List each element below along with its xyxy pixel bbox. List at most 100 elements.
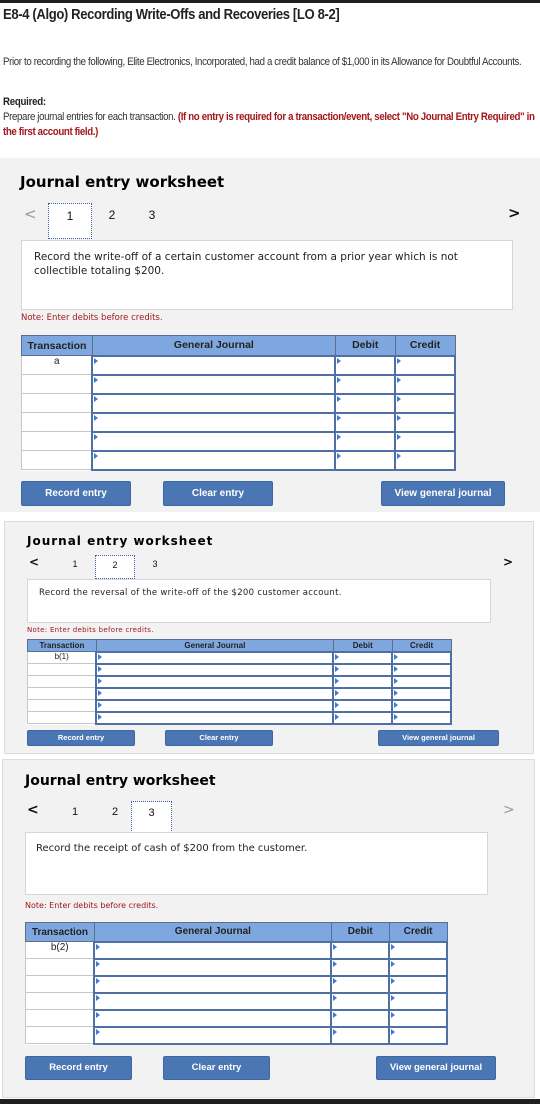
debits-note: Note: Enter debits before credits. xyxy=(21,313,163,323)
credit-input[interactable] xyxy=(394,449,456,471)
debits-note: Note: Enter debits before credits. xyxy=(25,901,159,910)
credit-input[interactable] xyxy=(388,974,448,994)
debit-input[interactable] xyxy=(330,1025,391,1045)
credit-input[interactable] xyxy=(394,411,456,433)
tab-3[interactable]: 3 xyxy=(140,203,164,227)
debit-input[interactable] xyxy=(332,698,394,713)
account-select[interactable] xyxy=(95,674,335,689)
account-select[interactable] xyxy=(93,940,333,960)
account-select[interactable] xyxy=(95,698,335,713)
credit-input[interactable] xyxy=(394,430,456,452)
tab-2[interactable]: 2 xyxy=(100,203,124,227)
account-select[interactable] xyxy=(91,411,337,433)
tab-2[interactable]: 2 xyxy=(105,801,125,823)
prev-arrow-icon[interactable]: < xyxy=(29,555,39,569)
account-select[interactable] xyxy=(95,686,335,701)
credit-input[interactable] xyxy=(391,686,452,701)
tab-1[interactable]: 1 xyxy=(65,555,85,573)
account-select[interactable] xyxy=(93,1008,333,1028)
credit-input[interactable] xyxy=(388,940,448,960)
debit-input[interactable] xyxy=(330,940,391,960)
credit-input[interactable] xyxy=(394,392,456,414)
transaction-cell xyxy=(21,431,93,451)
col-debit: Debit xyxy=(330,922,390,942)
journal-table: Transaction General Journal Debit Credit… xyxy=(27,639,452,725)
table-row xyxy=(25,957,448,977)
col-transaction: Transaction xyxy=(21,335,93,356)
credit-input[interactable] xyxy=(391,674,452,689)
clear-entry-button[interactable]: Clear entry xyxy=(163,1056,270,1080)
credit-input[interactable] xyxy=(391,650,452,665)
credit-input[interactable] xyxy=(388,991,448,1011)
debit-input[interactable] xyxy=(334,354,397,376)
transaction-prompt: Record the write-off of a certain custom… xyxy=(21,240,513,310)
next-arrow-icon[interactable]: > xyxy=(503,555,513,569)
clear-entry-button[interactable]: Clear entry xyxy=(163,481,273,506)
debit-input[interactable] xyxy=(334,392,397,414)
account-select[interactable] xyxy=(95,650,335,665)
account-select[interactable] xyxy=(91,430,337,452)
debit-input[interactable] xyxy=(332,710,394,725)
col-transaction: Transaction xyxy=(25,922,95,942)
tab-3[interactable]: 3 xyxy=(145,555,165,573)
credit-input[interactable] xyxy=(394,354,456,376)
debit-input[interactable] xyxy=(334,430,397,452)
prev-arrow-icon[interactable]: < xyxy=(24,205,37,223)
debit-input[interactable] xyxy=(330,957,391,977)
debit-input[interactable] xyxy=(332,662,394,677)
account-select[interactable] xyxy=(93,957,333,977)
transaction-prompt: Record the receipt of cash of $200 from … xyxy=(25,832,488,895)
tab-2[interactable]: 2 xyxy=(95,555,135,579)
view-general-journal-button[interactable]: View general journal xyxy=(378,730,499,746)
debit-input[interactable] xyxy=(334,373,397,395)
tab-1[interactable]: 1 xyxy=(48,203,92,239)
account-select[interactable] xyxy=(91,354,337,376)
tab-1[interactable]: 1 xyxy=(65,801,85,823)
transaction-prompt: Record the reversal of the write-off of … xyxy=(27,579,491,623)
credit-input[interactable] xyxy=(391,710,452,725)
debit-input[interactable] xyxy=(334,449,397,471)
record-entry-button[interactable]: Record entry xyxy=(25,1056,132,1080)
debit-input[interactable] xyxy=(330,1008,391,1028)
table-row xyxy=(25,1008,448,1028)
account-select[interactable] xyxy=(93,974,333,994)
credit-input[interactable] xyxy=(391,698,452,713)
table-row xyxy=(27,686,452,701)
debit-input[interactable] xyxy=(330,974,391,994)
col-debit: Debit xyxy=(334,335,396,356)
account-select[interactable] xyxy=(91,373,337,395)
account-select[interactable] xyxy=(95,710,335,725)
tab-3[interactable]: 3 xyxy=(131,801,172,833)
credit-input[interactable] xyxy=(391,662,452,677)
account-select[interactable] xyxy=(93,991,333,1011)
debit-input[interactable] xyxy=(334,411,397,433)
account-select[interactable] xyxy=(91,392,337,414)
credit-input[interactable] xyxy=(388,1025,448,1045)
account-select[interactable] xyxy=(91,449,337,471)
account-select[interactable] xyxy=(93,1025,333,1045)
next-arrow-icon[interactable]: > xyxy=(503,802,515,818)
credit-input[interactable] xyxy=(388,1008,448,1028)
debit-input[interactable] xyxy=(332,686,394,701)
debit-input[interactable] xyxy=(330,991,391,1011)
next-arrow-icon[interactable]: > xyxy=(508,204,521,222)
instructions-text: Prepare journal entries for each transac… xyxy=(3,111,178,123)
transaction-cell xyxy=(25,975,95,993)
col-general-journal: General Journal xyxy=(91,335,336,356)
record-entry-button[interactable]: Record entry xyxy=(21,481,131,506)
account-select[interactable] xyxy=(95,662,335,677)
view-general-journal-button[interactable]: View general journal xyxy=(381,481,505,506)
prev-arrow-icon[interactable]: < xyxy=(27,802,39,818)
journal-worksheet-1: Journal entry worksheet < 1 2 3 > Record… xyxy=(0,158,540,512)
view-general-journal-button[interactable]: View general journal xyxy=(376,1056,496,1080)
debit-input[interactable] xyxy=(332,674,394,689)
col-general-journal: General Journal xyxy=(93,922,332,942)
credit-input[interactable] xyxy=(388,957,448,977)
clear-entry-button[interactable]: Clear entry xyxy=(165,730,273,746)
record-entry-button[interactable]: Record entry xyxy=(27,730,135,746)
debit-input[interactable] xyxy=(332,650,394,665)
transaction-cell xyxy=(27,663,97,676)
debits-note: Note: Enter debits before credits. xyxy=(27,626,154,634)
table-row xyxy=(21,392,456,414)
credit-input[interactable] xyxy=(394,373,456,395)
